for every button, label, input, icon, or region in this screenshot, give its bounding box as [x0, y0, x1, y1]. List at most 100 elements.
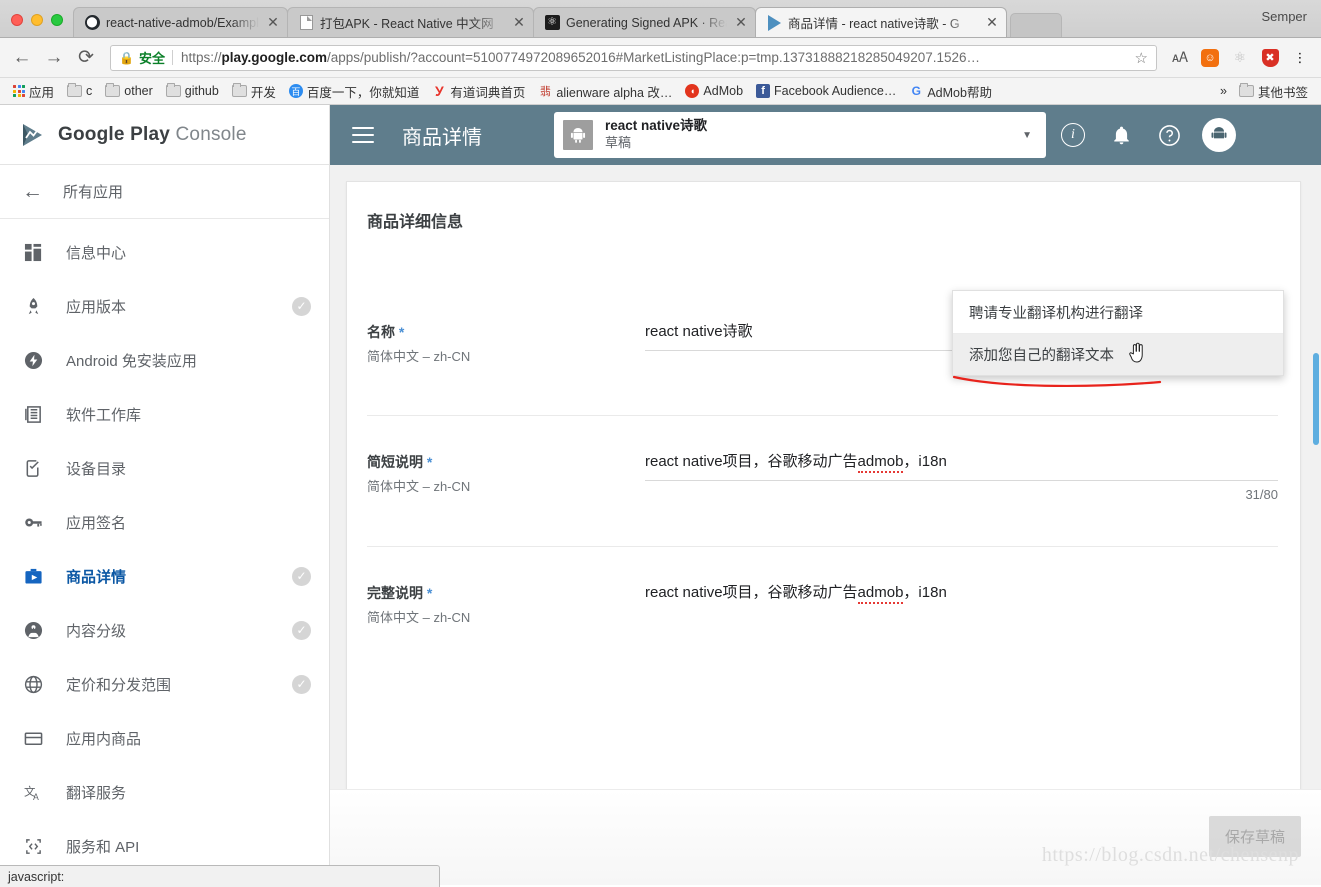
bookmark-item-admob[interactable]: ◖ AdMob	[680, 82, 748, 100]
document-icon	[298, 15, 314, 31]
bookmark-label: c	[86, 84, 93, 98]
bookmark-item-admob-help[interactable]: G AdMob帮助	[904, 80, 997, 103]
bookmark-item-dev[interactable]: 开发	[227, 80, 281, 103]
field-locale: 简体中文 – zh-CN	[367, 479, 471, 494]
browser-tab-0[interactable]: ⬤ react-native-admob/Example/a ✕	[73, 7, 288, 37]
sidebar-item-device-catalog[interactable]: 设备目录	[0, 441, 329, 495]
notifications-icon[interactable]	[1106, 120, 1136, 150]
bookmark-star-icon[interactable]: ☆	[1125, 49, 1148, 67]
instant-apps-icon	[22, 349, 44, 371]
info-icon[interactable]: i	[1058, 120, 1088, 150]
bookmark-item-other[interactable]: other	[100, 82, 158, 100]
close-tab-button[interactable]: ✕	[265, 14, 281, 31]
page-title: 商品详情	[402, 126, 482, 149]
alienware-icon: 翡	[539, 86, 551, 98]
content-scrollbar[interactable]	[1313, 353, 1319, 445]
browser-tab-3[interactable]: 商品详情 - react native诗歌 - G ✕	[755, 7, 1007, 37]
field-label-name: 完整说明	[367, 585, 423, 601]
url-host: play.google.com	[221, 50, 328, 65]
bookmark-item-apps[interactable]: 应用	[8, 80, 59, 103]
sidebar-item-dashboard[interactable]: 信息中心	[0, 225, 329, 279]
store-listing-icon	[22, 565, 44, 587]
url-scheme: https://	[180, 50, 222, 65]
field-label: 简短说明 * 简体中文 – zh-CN	[367, 446, 645, 502]
sidebar-item-in-app-products[interactable]: 应用内商品	[0, 711, 329, 765]
sidebar-item-store-listing[interactable]: 商品详情 ✓	[0, 549, 329, 603]
minimize-window-button[interactable]	[31, 14, 43, 26]
bookmark-item-c[interactable]: c	[62, 82, 97, 100]
brand-title: Google Play Console	[58, 124, 247, 146]
sidebar-item-all-apps[interactable]: ← 所有应用	[0, 165, 329, 219]
react-devtools-icon[interactable]: ⚛	[1227, 45, 1253, 71]
tab-title: react-native-admob/Example/a	[106, 15, 259, 30]
required-marker: *	[426, 454, 433, 470]
url-path: /apps/publish/?account=51007749720896520…	[327, 50, 981, 65]
close-window-button[interactable]	[11, 14, 23, 26]
tab-strip: ⬤ react-native-admob/Example/a ✕ 打包APK -…	[0, 0, 1321, 38]
folder-icon	[105, 83, 121, 97]
app-selector[interactable]: react native诗歌 草稿 ▼	[554, 112, 1046, 158]
close-tab-button[interactable]: ✕	[984, 14, 1000, 31]
android-avatar-icon[interactable]	[1202, 118, 1236, 152]
content-rating-icon	[22, 619, 44, 641]
translate-icon[interactable]: 🗚	[1167, 45, 1193, 71]
orange-face-icon[interactable]: ☺	[1197, 45, 1223, 71]
bookmark-label: 百度一下，你就知道	[306, 85, 420, 100]
bookmark-label: 有道词典首页	[450, 85, 526, 100]
bookmark-item-facebook-audience[interactable]: f Facebook Audience…	[751, 82, 901, 100]
store-listing-card: 商品详细信息 名称 * 简体中文 – zh-CN react native诗歌 …	[346, 181, 1301, 789]
sidebar-item-app-releases[interactable]: 应用版本 ✓	[0, 279, 329, 333]
save-draft-button[interactable]: 保存草稿	[1208, 816, 1301, 857]
field-label-name: 名称	[367, 324, 395, 340]
new-tab-button[interactable]	[1010, 13, 1062, 37]
bottom-action-bar: 保存草稿 https://blog.csdn.net/chensenp	[330, 789, 1321, 885]
bookmark-item-github[interactable]: github	[161, 82, 224, 100]
browser-status-bar: javascript:	[0, 865, 440, 887]
chrome-menu-icon[interactable]: ⋮	[1287, 45, 1313, 71]
profile-name[interactable]: Semper	[1261, 9, 1307, 24]
bookmarks-overflow-icon[interactable]: »	[1220, 84, 1227, 98]
sidebar-item-label: 定价和分发范围	[66, 676, 172, 694]
bookmark-item-alienware[interactable]: 翡 alienware alpha 改…	[533, 80, 677, 103]
short-description-counter: 31/80	[1245, 487, 1278, 502]
react-icon: ⚛	[544, 15, 560, 31]
sidebar-item-app-signing[interactable]: 应用签名	[0, 495, 329, 549]
sidebar-item-content-rating[interactable]: 内容分级 ✓	[0, 603, 329, 657]
hamburger-icon[interactable]	[352, 127, 374, 143]
sidebar: Google Play Console ← 所有应用 信息中心 应用版本 ✓ A…	[0, 105, 330, 885]
sidebar-item-label: 信息中心	[66, 244, 127, 262]
sidebar-item-pricing-distribution[interactable]: 定价和分发范围 ✓	[0, 657, 329, 711]
menu-item-add-own-translation[interactable]: 添加您自己的翻译文本	[953, 333, 1283, 375]
browser-tab-2[interactable]: ⚛ Generating Signed APK · React ✕	[533, 7, 756, 37]
field-body: react native项目，谷歌移动广告admob，i18n 31/80	[645, 446, 1278, 502]
bookmark-label: AdMob帮助	[927, 85, 992, 100]
app-selector-meta: react native诗歌 草稿	[605, 118, 707, 151]
help-icon[interactable]	[1154, 120, 1184, 150]
maximize-window-button[interactable]	[51, 14, 63, 26]
spellcheck-word: admob	[857, 584, 904, 604]
browser-tab-1[interactable]: 打包APK - React Native 中文网 ✕	[287, 7, 534, 37]
back-button[interactable]: ←	[8, 44, 36, 72]
bookmark-item-baidu[interactable]: 百 百度一下，你就知道	[284, 80, 425, 103]
reload-button[interactable]: ⟳	[72, 44, 100, 72]
sidebar-item-instant-apps[interactable]: Android 免安装应用	[0, 333, 329, 387]
github-icon: ⬤	[84, 15, 100, 31]
field-full-description: 完整说明 * 简体中文 – zh-CN react native项目，谷歌移动广…	[347, 577, 1300, 626]
sidebar-item-translation-service[interactable]: 文A 翻译服务	[0, 765, 329, 819]
adblock-shield-icon[interactable]: ✖	[1257, 45, 1283, 71]
address-bar[interactable]: 🔒 安全 https://play.google.com/apps/publis…	[110, 44, 1157, 71]
forward-button[interactable]: →	[40, 44, 68, 72]
close-tab-button[interactable]: ✕	[511, 14, 527, 31]
other-bookmarks-button[interactable]: 其他书签	[1234, 80, 1313, 103]
bookmark-item-youdao[interactable]: У 有道词典首页	[427, 80, 530, 103]
brand-header[interactable]: Google Play Console	[0, 105, 329, 165]
sidebar-item-artifact-library[interactable]: 软件工作库	[0, 387, 329, 441]
full-description-input[interactable]: react native项目，谷歌移动广告admob，i18n	[645, 577, 1278, 611]
required-marker: *	[426, 585, 433, 601]
close-tab-button[interactable]: ✕	[733, 14, 749, 31]
short-description-input[interactable]: react native项目，谷歌移动广告admob，i18n	[645, 446, 1278, 481]
menu-item-hire-translator[interactable]: 聘请专业翻译机构进行翻译	[953, 291, 1283, 333]
chevron-down-icon[interactable]: ▼	[1022, 130, 1032, 141]
field-label-name: 简短说明	[367, 454, 423, 470]
sidebar-item-label: 应用内商品	[66, 730, 142, 748]
